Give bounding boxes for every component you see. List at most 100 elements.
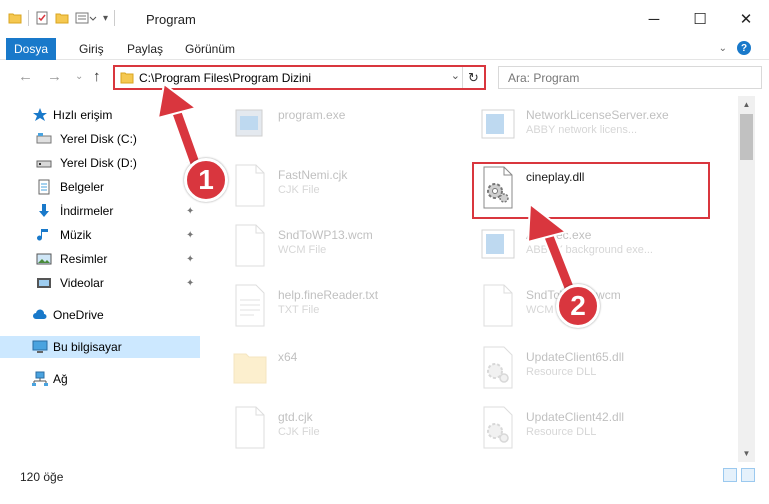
scroll-down-icon[interactable]: ▼ (738, 445, 755, 462)
sidebar-item-label: Ağ (53, 372, 68, 386)
details-view-icon[interactable] (723, 468, 737, 482)
film-icon (37, 278, 51, 288)
recent-chevron-icon[interactable]: ⌄ (75, 71, 83, 82)
expand-ribbon-icon[interactable]: ⌄ (719, 43, 727, 54)
properties-icon[interactable] (35, 11, 49, 25)
sidebar-item-label: Videolar (60, 276, 104, 290)
back-arrow-icon[interactable]: ← (18, 68, 33, 85)
drive-icon (36, 133, 52, 144)
pin-icon: ✦ (186, 229, 195, 241)
sidebar-item-label: Belgeler (60, 180, 105, 194)
sidebar-item-label: Yerel Disk (C:) (60, 132, 137, 146)
customize-icon[interactable] (75, 11, 97, 25)
quick-access-toolbar: ▾ (8, 10, 116, 26)
status-bar: 120 öğe (0, 462, 769, 504)
refresh-icon[interactable]: ↻ (462, 67, 484, 88)
file-item[interactable]: SndToWP13.wcm WCM File (230, 218, 480, 274)
maximize-button[interactable]: ☐ (677, 0, 723, 38)
chevron-down-icon[interactable]: ⌄ (451, 69, 460, 82)
sidebar-item-network[interactable]: Ağ (0, 368, 200, 390)
scroll-up-icon[interactable]: ▲ (738, 96, 755, 113)
sidebar-item-this-pc[interactable]: Bu bilgisayar (0, 336, 200, 358)
app-window-icon (481, 229, 515, 259)
tab-share[interactable]: Paylaş (127, 38, 163, 60)
music-note-icon (37, 229, 48, 241)
tab-home[interactable]: Giriş (79, 38, 104, 60)
close-button[interactable]: ✕ (723, 0, 769, 38)
folder-icon (233, 353, 267, 384)
file-item[interactable]: UpdateClient65.dll Resource DLL (478, 340, 728, 396)
pictures-icon (36, 253, 52, 265)
title-bar: ▾ Program ─ ☐ ✕ (0, 0, 769, 38)
forward-arrow-icon[interactable]: → (47, 68, 62, 85)
dll-gear-icon (483, 406, 513, 449)
computer-icon (32, 340, 48, 353)
address-bar[interactable]: C:\Program Files\Program Dizini ⌄ ↻ (113, 65, 486, 90)
pin-icon: ✦ (186, 277, 195, 289)
sidebar-item-downloads[interactable]: İndirmeler ✦ (0, 200, 200, 222)
download-arrow-icon (39, 204, 49, 217)
star-icon (33, 108, 47, 121)
file-type: CJK File (278, 184, 320, 196)
sidebar-item-quick-access[interactable]: Hızlı erişim (0, 104, 200, 126)
sidebar-item-label: Hızlı erişim (53, 108, 113, 122)
sidebar-item-videos[interactable]: Videolar ✦ (0, 272, 200, 294)
file-item[interactable]: program.exe (230, 98, 480, 154)
navigation-bar: ← → ⌄ ↑ C:\Program Files\Program Dizini … (0, 60, 769, 96)
sidebar-item-label: Yerel Disk (D:) (60, 156, 137, 170)
file-name: help.fineReader.txt (278, 288, 379, 302)
minimize-button[interactable]: ─ (631, 0, 677, 38)
up-arrow-icon[interactable]: ↑ (93, 68, 101, 85)
pin-icon: ✦ (186, 133, 195, 145)
file-name: FastNemi.cjk (278, 168, 348, 182)
large-icons-view-icon[interactable] (741, 468, 755, 482)
file-type: Resource DLL (526, 366, 597, 378)
file-item[interactable]: FastNemi.cjk CJK File (230, 158, 480, 214)
sidebar-item-onedrive[interactable]: OneDrive (0, 304, 200, 326)
file-item[interactable]: x64 (230, 340, 480, 396)
file-type: CJK File (278, 426, 320, 438)
tab-view[interactable]: Görünüm (185, 38, 235, 60)
sidebar-item-label: Resimler (60, 252, 108, 266)
folder-icon (8, 13, 22, 24)
file-type: ABBYY background exe... (526, 244, 653, 256)
search-input[interactable]: Ara: Program (498, 66, 762, 89)
file-item[interactable]: ASExec.exe ABBYY background exe... (478, 218, 728, 274)
documents-icon (38, 179, 50, 195)
window-title: Program (146, 12, 196, 27)
sidebar-item-local-disk-d[interactable]: Yerel Disk (D:) ✦ (0, 152, 200, 174)
sidebar-item-label: İndirmeler (60, 204, 114, 218)
ribbon-tabs: Dosya Giriş Paylaş Görünüm ⌄ ? (0, 38, 769, 94)
file-name: program.exe (278, 108, 346, 122)
file-item[interactable]: UpdateClient42.dll Resource DLL (478, 400, 728, 456)
text-file-icon (235, 284, 265, 327)
file-item[interactable]: help.fineReader.txt TXT File (230, 278, 480, 334)
chevron-down-icon[interactable]: ▾ (103, 13, 108, 24)
pin-icon: ✦ (186, 205, 195, 217)
divider (114, 10, 116, 26)
file-type: TXT File (278, 304, 320, 316)
step-badge-2: 2 (556, 284, 600, 328)
search-placeholder: Ara: Program (508, 71, 580, 85)
file-item[interactable]: gtd.cjk CJK File (230, 400, 480, 456)
sidebar-item-documents[interactable]: Belgeler ✦ (0, 176, 200, 198)
vertical-scrollbar[interactable]: ▲ ▼ (738, 96, 755, 462)
file-name: UpdateClient65.dll (526, 350, 625, 364)
file-item[interactable]: SndToWP14.wcm WCM File (478, 278, 728, 334)
scroll-thumb[interactable] (740, 114, 753, 160)
exe-icon (235, 109, 263, 137)
new-folder-icon[interactable] (55, 11, 69, 25)
sidebar-item-label: Müzik (60, 228, 92, 242)
file-item[interactable]: NetworkLicenseServer.exe ABBY network li… (478, 98, 728, 154)
sidebar-item-local-disk-c[interactable]: Yerel Disk (C:) ✦ (0, 128, 200, 150)
help-icon[interactable]: ? (737, 41, 751, 55)
cloud-icon (33, 309, 47, 319)
sidebar-item-music[interactable]: Müzik ✦ (0, 224, 200, 246)
divider (28, 10, 29, 26)
pin-icon: ✦ (186, 253, 195, 265)
blank-file-icon (483, 284, 513, 327)
sidebar-item-pictures[interactable]: Resimler ✦ (0, 248, 200, 270)
blank-file-icon (235, 406, 265, 449)
folder-icon (120, 72, 134, 84)
view-switcher (723, 468, 755, 482)
